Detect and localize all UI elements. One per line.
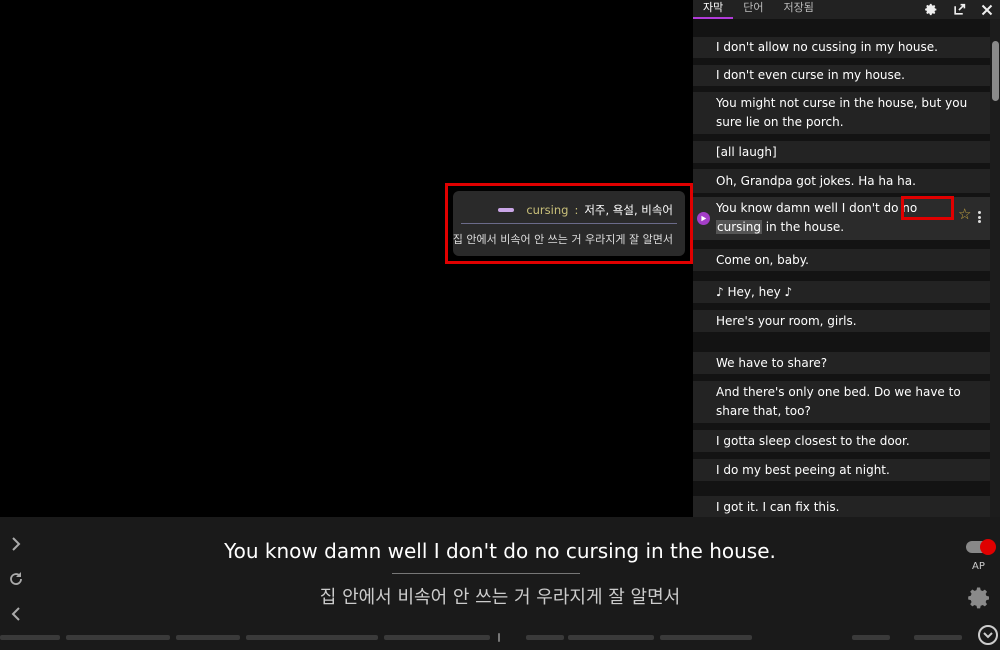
settings-gear-icon[interactable] [968, 586, 992, 610]
gear-icon[interactable] [924, 3, 938, 17]
star-icon[interactable]: ☆ [958, 207, 971, 222]
timeline-segment[interactable] [660, 635, 752, 640]
timeline-segment[interactable] [246, 635, 378, 640]
subtitle-item[interactable]: I do my best peeing at night. [693, 459, 990, 481]
subtitle-item[interactable]: We have to share? [693, 352, 990, 374]
timeline-segment[interactable] [176, 635, 240, 640]
highlighted-word[interactable]: cursing [716, 220, 762, 234]
panel-header: 자막 단어 저장됨 [693, 0, 1000, 19]
popup-divider [461, 223, 677, 224]
tab-words[interactable]: 단어 [733, 0, 773, 19]
subtitle-item[interactable]: I gotta sleep closest to the door. [693, 430, 990, 452]
timeline-segment[interactable] [914, 635, 962, 640]
subtitle-divider [392, 573, 580, 574]
timeline-cursor [498, 633, 500, 642]
word-definition-popup: cursing : 저주, 욕설, 비속어 집 안에서 비속어 안 쓰는 거 우… [445, 183, 693, 264]
popup-meaning: 저주, 욕설, 비속어 [584, 203, 673, 217]
player-bar: You know damn well I don't do no cursing… [0, 517, 1000, 650]
subtitle-panel: 자막 단어 저장됨 I don't allow no cussing in my… [693, 0, 1000, 517]
subtitle-item[interactable]: You might not curse in the house, but yo… [693, 92, 990, 134]
subtitle-item[interactable]: Oh, Grandpa got jokes. Ha ha ha. [693, 169, 990, 193]
popup-word[interactable]: cursing [526, 203, 568, 217]
tab-subtitles[interactable]: 자막 [693, 0, 734, 19]
export-icon[interactable] [952, 3, 966, 17]
popup-definition-line: cursing : 저주, 욕설, 비속어 [498, 202, 673, 218]
timeline-segment[interactable] [66, 635, 170, 640]
tab-saved[interactable]: 저장됨 [774, 0, 824, 19]
timeline-segment[interactable] [568, 635, 654, 640]
subtitle-item[interactable]: [all laugh] [693, 141, 990, 163]
scrollbar-thumb[interactable] [992, 41, 999, 101]
timeline-segment[interactable] [852, 635, 890, 640]
toggle-knob [980, 539, 996, 555]
play-icon[interactable] [697, 212, 710, 225]
timeline-segment[interactable] [526, 635, 564, 640]
popup-translation: 집 안에서 비속어 안 쓰는 거 우라지게 잘 알면서 [452, 233, 673, 246]
subtitle-item[interactable]: Come on, baby. [693, 249, 990, 271]
subtitle-item[interactable]: And there's only one bed. Do we have to … [693, 381, 990, 423]
word-highlight-box [901, 196, 954, 220]
popup-separator: : [574, 203, 579, 217]
subtitle-item[interactable]: ♪ Hey, hey ♪ [693, 281, 990, 303]
popup-card: cursing : 저주, 욕설, 비속어 집 안에서 비속어 안 쓰는 거 우… [453, 191, 685, 256]
scrollbar[interactable] [990, 19, 1000, 517]
subtitle-item[interactable]: I got it. I can fix this. [693, 496, 990, 517]
timeline-segment[interactable] [0, 635, 60, 640]
autopause-toggle[interactable] [966, 539, 996, 555]
chevron-down-icon[interactable] [978, 625, 998, 645]
more-options-icon[interactable] [978, 211, 982, 223]
word-level-bar [498, 208, 515, 212]
timeline-segment[interactable] [384, 635, 490, 640]
subtitle-item[interactable]: I don't even curse in my house. [693, 65, 990, 86]
subtitle-item[interactable]: Here's your room, girls. [693, 310, 990, 332]
main-subtitle-translation: 집 안에서 비속어 안 쓰는 거 우라지게 잘 알면서 [319, 587, 681, 608]
subtitle-item[interactable]: I don't allow no cussing in my house. [693, 37, 990, 58]
close-icon[interactable] [980, 3, 994, 17]
autopause-label: AP [972, 561, 985, 572]
main-subtitle[interactable]: You know damn well I don't do no cursing… [0, 539, 1000, 563]
